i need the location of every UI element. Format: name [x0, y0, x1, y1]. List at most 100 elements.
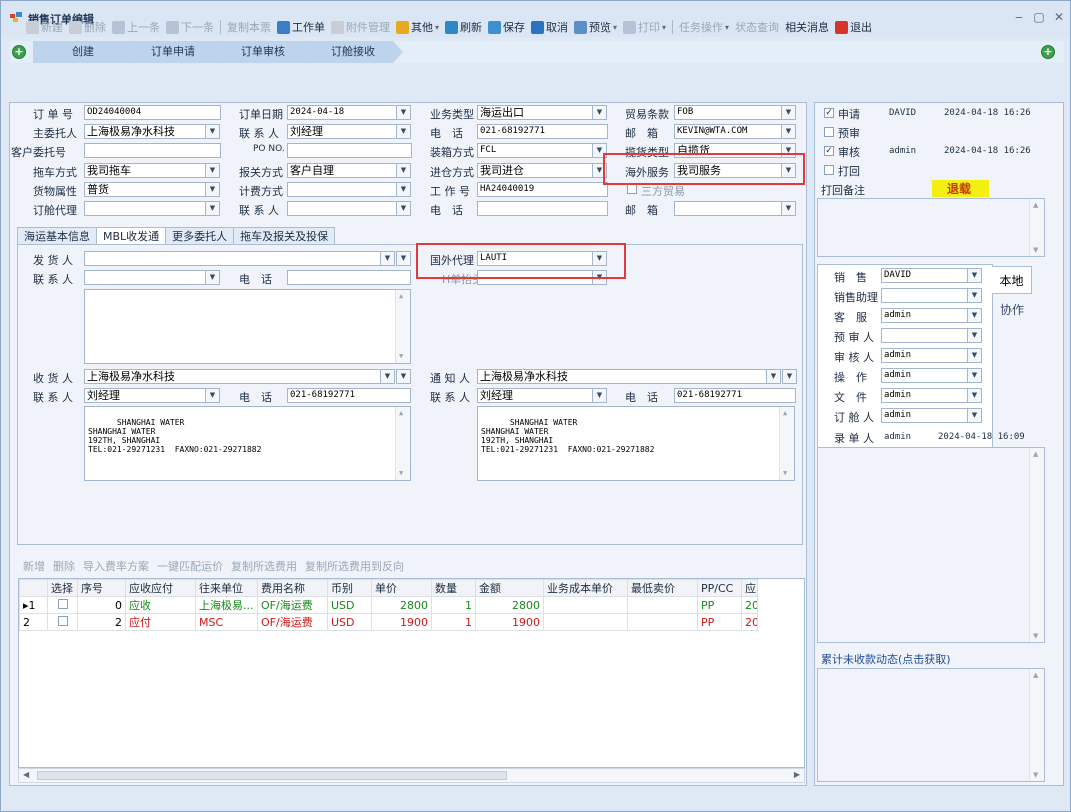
principal-dropdown[interactable]: ▼	[205, 124, 220, 139]
table-row[interactable]: ▸10应收上海极易...OF/海运费USD280012800PP20	[19, 596, 758, 614]
third-trade-checkbox[interactable]	[627, 184, 637, 194]
flow-step-review[interactable]: 订单审核	[213, 41, 313, 63]
truck-field[interactable]: 我司拖车	[84, 163, 206, 178]
remark-scrollbar[interactable]: ▲ ▼	[1029, 199, 1044, 256]
toolbar-button-0[interactable]: 新建	[23, 17, 66, 37]
toolbar-button-13[interactable]: 任务操作 ▾	[676, 17, 732, 37]
contact2-field[interactable]	[287, 201, 397, 216]
column-header-1[interactable]: 选择	[47, 579, 78, 597]
staff-field[interactable]: DAVID	[881, 268, 968, 283]
grid-toolbar-button-2[interactable]: 导入费率方案	[83, 560, 149, 573]
flow-step-booking[interactable]: 订舱接收	[303, 41, 403, 63]
toolbar-button-10[interactable]: 取消	[528, 17, 571, 37]
biz-type-dropdown[interactable]: ▼	[592, 105, 607, 120]
flow-right-icon[interactable]: +	[1041, 45, 1055, 59]
consignee-address-scrollbar[interactable]: ▲ ▼	[395, 407, 410, 480]
shipper-field[interactable]	[84, 251, 381, 266]
consignee-field[interactable]: 上海极易净水科技	[84, 369, 381, 384]
flow-step-apply[interactable]: 订单申请	[123, 41, 223, 63]
staff-dropdown[interactable]: ▼	[967, 348, 982, 363]
shipper-phone-field[interactable]	[287, 270, 411, 285]
consignee-contact-field[interactable]: 刘经理	[84, 388, 206, 403]
column-header-5[interactable]: 费用名称	[257, 579, 328, 597]
column-header-10[interactable]: 业务成本单价	[543, 579, 628, 597]
toolbar-button-11[interactable]: 预览 ▾	[571, 17, 620, 37]
shipper-dropdown-2[interactable]: ▼	[396, 251, 411, 266]
toolbar-button-6[interactable]: 附件管理	[328, 17, 393, 37]
approval-checkbox[interactable]	[824, 127, 834, 137]
scroll-thumb[interactable]	[37, 771, 507, 780]
grid-toolbar-button-4[interactable]: 复制所选费用	[231, 560, 297, 573]
staff-field[interactable]: admin	[881, 368, 968, 383]
email2-field[interactable]	[674, 201, 782, 216]
column-header-3[interactable]: 应收应付	[125, 579, 196, 597]
toolbar-button-7[interactable]: 其他 ▾	[393, 17, 442, 37]
consignee-contact-dropdown[interactable]: ▼	[205, 388, 220, 403]
staff-field[interactable]	[881, 328, 968, 343]
approval-checkbox[interactable]: ✓	[824, 108, 834, 118]
toolbar-button-14[interactable]: 状态查询	[732, 17, 782, 37]
shipper-dropdown[interactable]: ▼	[380, 251, 395, 266]
toolbar-button-15[interactable]: 相关消息	[782, 17, 832, 37]
staff-dropdown[interactable]: ▼	[967, 328, 982, 343]
flow-left-icon[interactable]: +	[12, 45, 26, 59]
receivable-link[interactable]: 累计未收款动态(点击获取)	[821, 651, 951, 667]
po-field[interactable]	[287, 143, 412, 158]
toolbar-button-3[interactable]: 下一条	[163, 17, 217, 37]
staff-dropdown[interactable]: ▼	[967, 408, 982, 423]
row-select-checkbox[interactable]	[57, 615, 68, 626]
consignee-dropdown-2[interactable]: ▼	[396, 369, 411, 384]
notify-phone-field[interactable]: 021-68192771	[674, 388, 796, 403]
column-header-13[interactable]: 应	[741, 579, 758, 597]
right-note-scrollbar[interactable]: ▲ ▼	[1029, 448, 1044, 642]
column-header-7[interactable]: 单价	[371, 579, 432, 597]
column-header-2[interactable]: 序号	[77, 579, 126, 597]
column-header-6[interactable]: 币别	[327, 579, 372, 597]
notify-contact-dropdown[interactable]: ▼	[592, 388, 607, 403]
trade-term-dropdown[interactable]: ▼	[781, 105, 796, 120]
customer-no-field[interactable]	[84, 143, 221, 158]
scroll-left-icon[interactable]: ◀	[23, 770, 29, 779]
phone-field[interactable]: 021-68192771	[477, 124, 608, 139]
tab-more-principal[interactable]: 更多委托人	[165, 227, 235, 245]
staff-dropdown[interactable]: ▼	[967, 268, 982, 283]
order-date-dropdown[interactable]: ▼	[396, 105, 411, 120]
notify-address-scrollbar[interactable]: ▲ ▼	[779, 407, 794, 480]
column-header-11[interactable]: 最低卖价	[627, 579, 698, 597]
notify-field[interactable]: 上海极易净水科技	[477, 369, 767, 384]
cargo-dropdown[interactable]: ▼	[205, 182, 220, 197]
notify-dropdown-2[interactable]: ▼	[782, 369, 797, 384]
toolbar-button-12[interactable]: 打印 ▾	[620, 17, 669, 37]
shipper-address-scrollbar[interactable]: ▲ ▼	[395, 290, 410, 363]
biz-type-field[interactable]: 海运出口	[477, 105, 593, 120]
billing-dropdown[interactable]: ▼	[396, 182, 411, 197]
staff-field[interactable]: admin	[881, 308, 968, 323]
tab-truck-customs[interactable]: 拖车及报关及投保	[233, 227, 336, 245]
email-dropdown[interactable]: ▼	[781, 124, 796, 139]
contact-field[interactable]: 刘经理	[287, 124, 397, 139]
scroll-right-icon[interactable]: ▶	[794, 770, 800, 779]
staff-dropdown[interactable]: ▼	[967, 388, 982, 403]
tab-coop[interactable]: 协作	[994, 297, 1030, 323]
toolbar-button-16[interactable]: 退出	[832, 17, 875, 37]
toolbar-button-2[interactable]: 上一条	[109, 17, 163, 37]
column-header-12[interactable]: PP/CC	[697, 579, 742, 597]
principal-field[interactable]: 上海极易净水科技	[84, 124, 206, 139]
truck-dropdown[interactable]: ▼	[205, 163, 220, 178]
shipper-address-field[interactable]: ▲ ▼	[84, 289, 411, 364]
phone2-field[interactable]	[477, 201, 608, 216]
email2-dropdown[interactable]: ▼	[781, 201, 796, 216]
staff-field[interactable]: admin	[881, 408, 968, 423]
customs-dropdown[interactable]: ▼	[396, 163, 411, 178]
email-field[interactable]: KEVIN@WTA.COM	[674, 124, 782, 139]
consignee-phone-field[interactable]: 021-68192771	[287, 388, 411, 403]
workno-field[interactable]: HA24040019	[477, 182, 608, 197]
toolbar-button-4[interactable]: 复制本票	[224, 17, 274, 37]
billing-field[interactable]	[287, 182, 397, 197]
staff-field[interactable]	[881, 288, 968, 303]
consignee-dropdown[interactable]: ▼	[380, 369, 395, 384]
booking-agent-dropdown[interactable]: ▼	[205, 201, 220, 216]
approval-checkbox[interactable]: ✓	[824, 146, 834, 156]
flow-step-create[interactable]: 创建	[33, 41, 133, 63]
approval-checkbox[interactable]	[824, 165, 834, 175]
